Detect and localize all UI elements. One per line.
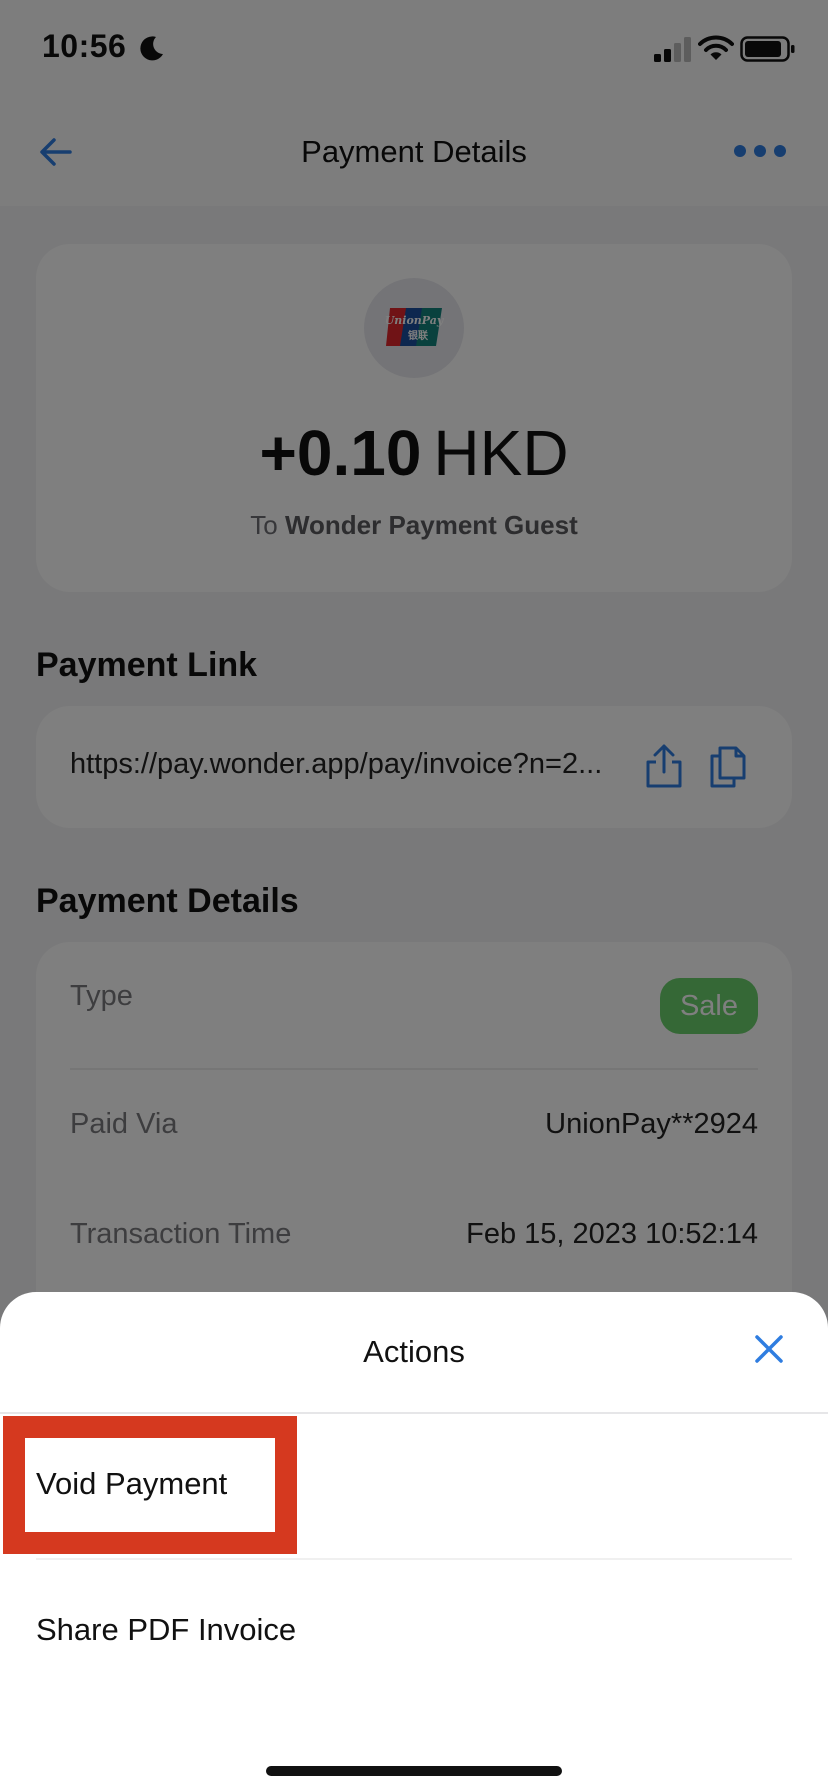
- actions-sheet: Actions Void Payment Share PDF Invoice: [0, 1292, 828, 1792]
- actions-sheet-title: Actions: [363, 1334, 465, 1369]
- home-indicator: [266, 1766, 562, 1776]
- close-icon[interactable]: [752, 1332, 786, 1366]
- action-label-share-pdf-invoice: Share PDF Invoice: [36, 1612, 297, 1647]
- payment-details-screen: 10:56 Payment Details: [0, 0, 828, 1792]
- action-share-pdf-invoice[interactable]: Share PDF Invoice: [0, 1560, 828, 1704]
- highlight-annotation-box: [3, 1416, 297, 1554]
